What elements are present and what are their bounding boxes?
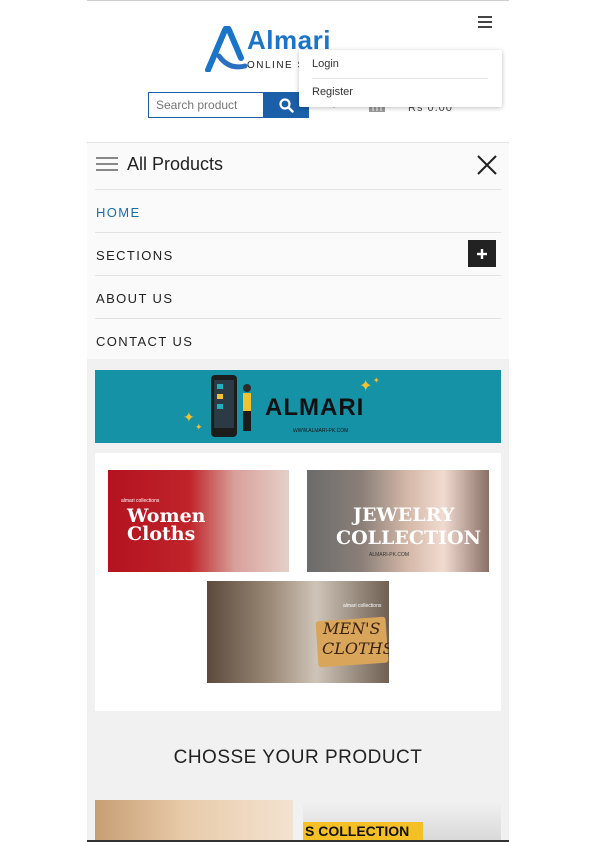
svg-text:✦: ✦ [183, 410, 195, 426]
nav-item-sections[interactable]: SECTIONS [95, 233, 501, 276]
nav-menu: All Products HOME SECTIONS ABOUT US CONT… [87, 142, 509, 360]
nav-item-label: SECTIONS [96, 248, 174, 263]
tile-title-line2: COLLECTION [336, 527, 481, 549]
login-link[interactable]: Login [312, 58, 339, 70]
tile-caption: almari collections [343, 603, 382, 609]
product-thumb-1[interactable] [95, 800, 293, 840]
close-icon[interactable] [476, 154, 498, 176]
nav-item-home[interactable]: HOME [95, 190, 501, 233]
list-icon [96, 157, 118, 173]
search-icon [278, 97, 294, 113]
thumb-label: S COLLECTION [303, 822, 423, 840]
product-thumb-2[interactable]: S COLLECTION [303, 800, 501, 840]
tile-title-line1: JEWELRY [353, 504, 455, 526]
collections-grid: almari collections Women Cloths JEWELRY … [95, 453, 501, 711]
expand-sections-button[interactable] [468, 240, 496, 267]
banner-brand: ALMARI [265, 394, 365, 421]
nav-item-label: HOME [96, 205, 141, 220]
promo-banner[interactable]: ✦ ✦ ALMARI WWW.ALMARI-PK.COM ✦ ✦ [95, 370, 501, 443]
plus-icon [477, 248, 487, 259]
logo-a-icon [205, 26, 248, 72]
tile-caption: almari collections [121, 498, 160, 504]
dropdown-divider [312, 78, 488, 79]
phone-shopper-illustration: ✦ ✦ [183, 375, 251, 437]
tile-title-line2: Cloths [127, 523, 196, 545]
main-content: ✦ ✦ ALMARI WWW.ALMARI-PK.COM ✦ ✦ almari … [87, 359, 509, 841]
nav-item-label: CONTACT US [96, 334, 194, 349]
jewelry-collection-tile[interactable]: JEWELRY COLLECTION ALMARI-PK.COM [307, 470, 489, 572]
nav-item-label: ABOUT US [96, 291, 174, 306]
nav-menu-title: All Products [127, 154, 224, 174]
sparkle-icon: ✦ ✦ [359, 376, 380, 395]
nav-item-about-us[interactable]: ABOUT US [95, 276, 501, 319]
search-bar [148, 92, 309, 118]
register-link[interactable]: Register [312, 86, 353, 98]
nav-menu-header: All Products [95, 143, 501, 190]
mens-cloths-tile[interactable]: almari collections MEN'S CLOTHS [207, 581, 389, 683]
search-input[interactable] [148, 92, 264, 118]
app-frame: Almari ONLINE S Rs 0.00 Login Regi [87, 0, 509, 842]
tile-url: ALMARI-PK.COM [369, 552, 410, 558]
svg-text:✦: ✦ [195, 423, 203, 433]
account-dropdown: Login Register [299, 50, 502, 107]
svg-text:✦: ✦ [373, 376, 380, 385]
hamburger-menu-icon[interactable] [478, 16, 492, 28]
tile-title-line1: MEN'S [323, 619, 381, 638]
banner-url: WWW.ALMARI-PK.COM [293, 428, 349, 434]
tile-title-line2: CLOTHS [322, 639, 389, 658]
section-heading: CHOSSE YOUR PRODUCT [173, 747, 423, 768]
svg-text:✦: ✦ [359, 376, 372, 395]
women-cloths-tile[interactable]: almari collections Women Cloths [108, 470, 289, 572]
nav-item-contact-us[interactable]: CONTACT US [95, 319, 501, 361]
